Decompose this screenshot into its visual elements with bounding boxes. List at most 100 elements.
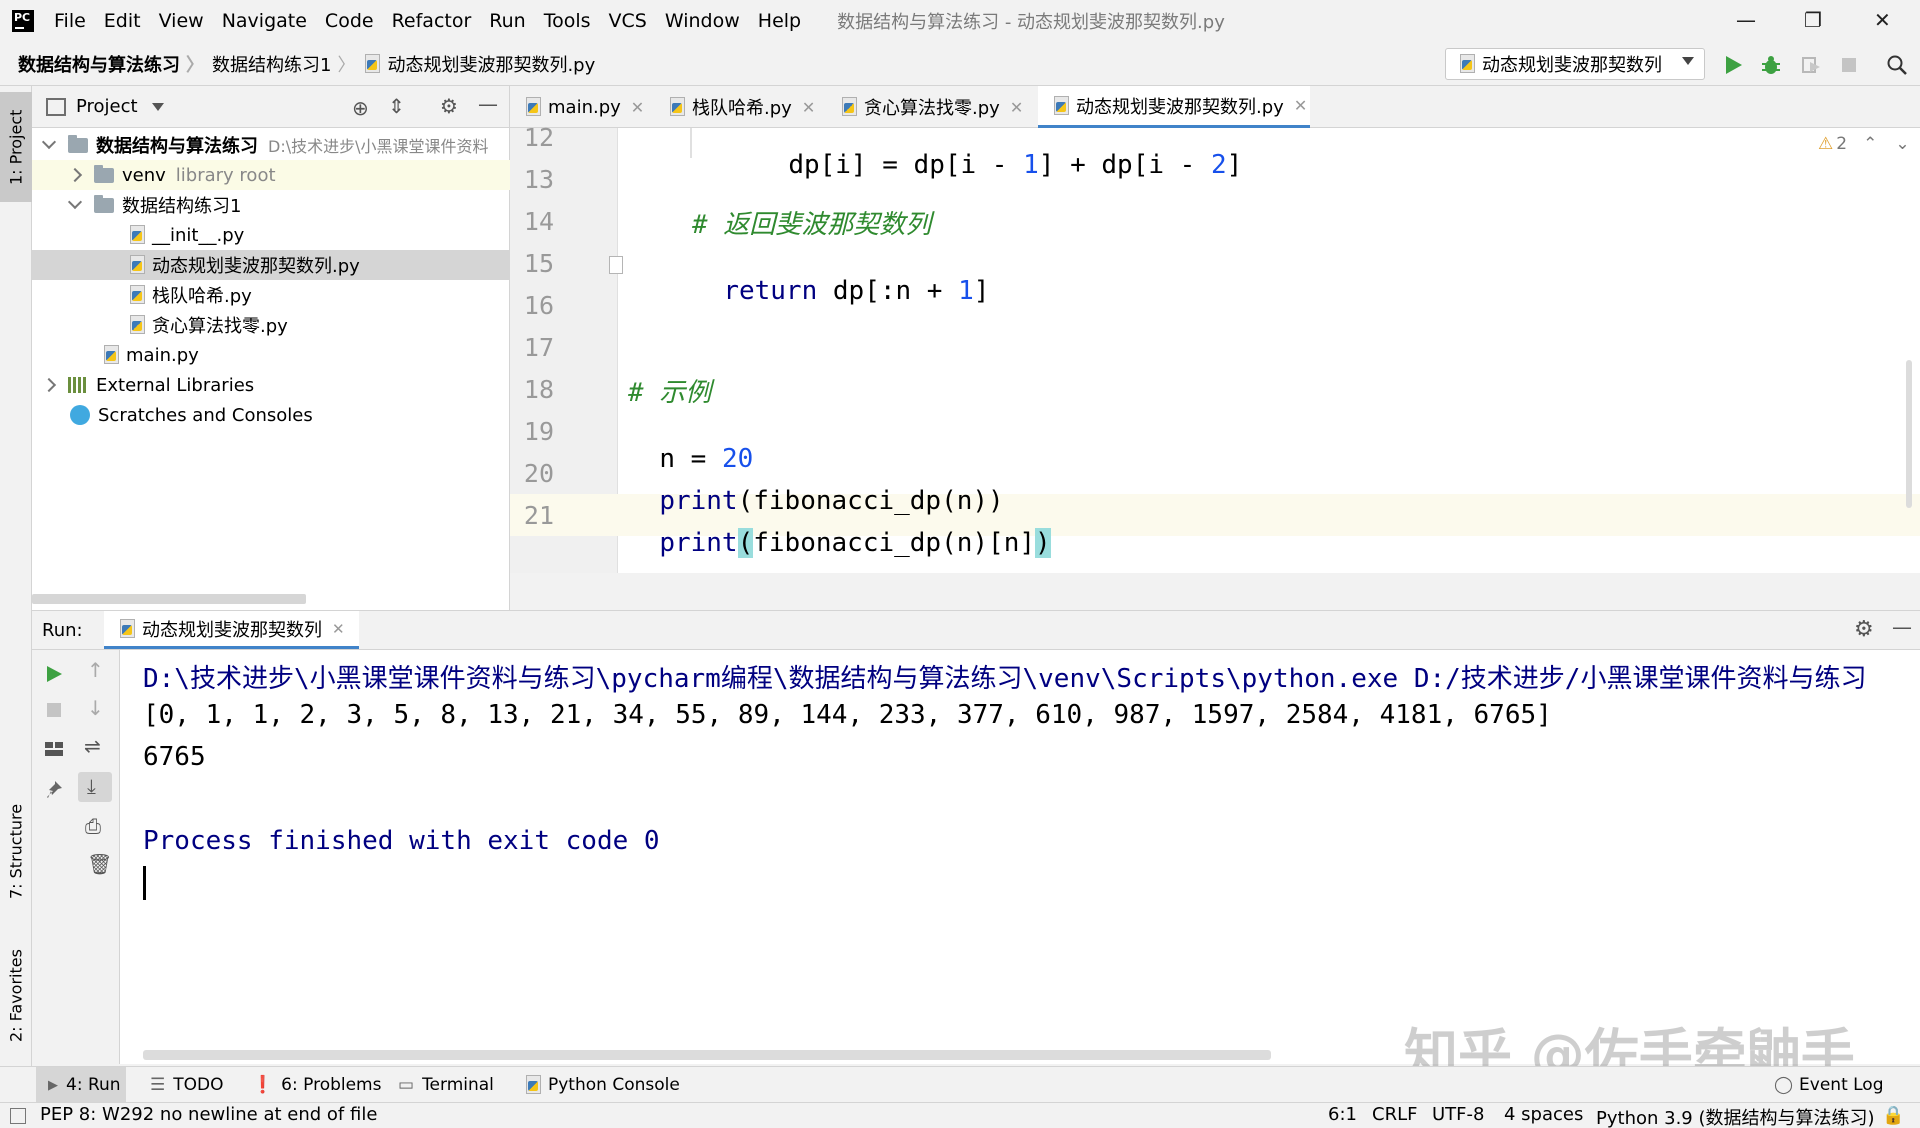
fold-marker-icon[interactable] (609, 256, 623, 274)
menu-navigate[interactable]: Navigate (222, 10, 307, 32)
terminal-tool-tab[interactable]: ▭ Terminal (398, 1075, 494, 1095)
print-icon[interactable]: ⎙ (85, 814, 101, 838)
debug-icon[interactable] (1758, 52, 1784, 78)
menu-file[interactable]: File (54, 10, 86, 32)
trash-icon[interactable]: 🗑 (87, 852, 112, 876)
hide-panel-icon[interactable]: — (478, 92, 498, 116)
tree-item-file-selected[interactable]: 动态规划斐波那契数列.py (32, 250, 510, 280)
tree-item-main[interactable]: main.py (32, 340, 510, 370)
indent-setting[interactable]: 4 spaces (1504, 1104, 1583, 1125)
python-file-icon (118, 618, 136, 639)
chevron-right-icon[interactable] (67, 167, 83, 183)
tool-windows-toggle-icon[interactable] (10, 1108, 26, 1124)
horizontal-scrollbar[interactable] (32, 594, 306, 604)
menu-run[interactable]: Run (489, 10, 525, 32)
structure-tool-tab[interactable]: 7: Structure (0, 786, 32, 916)
close-tab-icon[interactable]: ✕ (332, 620, 345, 638)
close-tab-icon[interactable]: ✕ (631, 98, 644, 117)
coverage-icon[interactable] (1798, 52, 1824, 78)
minimize-icon[interactable]: — (1736, 8, 1756, 32)
settings-gear-icon[interactable]: ⚙ (1854, 617, 1874, 642)
stop-icon[interactable] (46, 702, 62, 718)
close-tab-icon[interactable]: ✕ (1294, 96, 1307, 115)
next-highlight-icon[interactable]: ⌄ (1895, 134, 1909, 154)
tab-main-py[interactable]: main.py ✕ (510, 86, 644, 128)
stop-icon[interactable] (1836, 52, 1862, 78)
code-line-18-comment: # 示例 (628, 378, 712, 408)
line-number: 18 (523, 375, 554, 404)
todo-tool-tab[interactable]: ☰ TODO (150, 1075, 224, 1095)
tree-item-folder[interactable]: 数据结构练习1 (32, 190, 510, 220)
event-log-tool-tab[interactable]: ◯ Event Log (1774, 1075, 1884, 1095)
tree-item-file[interactable]: 栈队哈希.py (32, 280, 510, 310)
search-icon[interactable] (1884, 52, 1910, 78)
settings-gear-icon[interactable]: ⚙ (440, 94, 458, 118)
pin-icon[interactable] (46, 780, 64, 800)
project-view-dropdown-icon[interactable] (151, 102, 164, 111)
caret-position[interactable]: 6:1 (1328, 1104, 1357, 1125)
run-tab-label: 动态规划斐波那契数列 (142, 619, 322, 641)
run-config-label: 动态规划斐波那契数列 (1482, 55, 1662, 76)
close-window-icon[interactable]: ✕ (1874, 8, 1891, 32)
restore-icon[interactable]: ❐ (1804, 8, 1822, 32)
menu-tools[interactable]: Tools (544, 10, 591, 32)
project-panel: Project ⊕ ⇕ ⚙ — 数据结构与算法练习 D:\技术进步\小黑课堂课件… (32, 86, 510, 610)
code-token: ] (1226, 150, 1243, 180)
tree-item-scratches[interactable]: Scratches and Consoles (32, 400, 510, 430)
inspection-widget[interactable]: ⚠ 2 ⌃ ⌄ (1818, 134, 1910, 154)
hide-panel-icon[interactable]: — (1892, 615, 1912, 639)
up-arrow-icon[interactable]: ↑ (87, 658, 104, 682)
close-tab-icon[interactable]: ✕ (1010, 98, 1023, 117)
problems-tool-tab[interactable]: ❗ 6: Problems (252, 1075, 381, 1095)
chevron-down-icon[interactable] (67, 194, 83, 210)
code-token-keyword: return (723, 276, 818, 306)
chevron-down-icon[interactable] (41, 134, 57, 150)
tree-item-venv[interactable]: venv library root (32, 160, 510, 190)
line-separator[interactable]: CRLF (1372, 1104, 1417, 1125)
editor-vertical-scrollbar[interactable] (1906, 360, 1912, 508)
tree-item-file[interactable]: __init__.py (32, 220, 510, 250)
run-tab[interactable]: 动态规划斐波那契数列 ✕ (104, 611, 359, 649)
run-config-select[interactable]: 动态规划斐波那契数列 (1445, 48, 1705, 80)
breadcrumb-folder[interactable]: 数据结构练习1 〉 (212, 51, 355, 77)
interpreter-setting[interactable]: Python 3.9 (数据结构与算法练习) (1596, 1104, 1875, 1128)
soft-wrap-icon[interactable]: ⇌ (84, 734, 101, 758)
lock-icon[interactable]: 🔒 (1882, 1105, 1904, 1126)
menu-refactor[interactable]: Refactor (392, 10, 472, 32)
code-line-21: print(fibonacci_dp(n)[n]) (628, 498, 1051, 558)
menu-code[interactable]: Code (325, 10, 374, 32)
code-line-15: return dp[:n + 1] (692, 246, 989, 306)
project-view-select[interactable]: Project (76, 96, 138, 117)
menu-edit[interactable]: Edit (104, 10, 141, 32)
run-icon[interactable] (1720, 52, 1746, 78)
line-number: 15 (523, 249, 554, 278)
scroll-to-end-toggle[interactable]: ⤓ (78, 772, 112, 802)
menu-window[interactable]: Window (665, 10, 740, 32)
menu-help[interactable]: Help (758, 10, 801, 32)
terminal-tool-tab-label: Terminal (422, 1075, 494, 1095)
file-encoding[interactable]: UTF-8 (1432, 1104, 1484, 1125)
run-toolbar: ↑ ↓ ⇌ ⤓ ⎙ 🗑 (32, 650, 120, 1064)
breadcrumb-project[interactable]: 数据结构与算法练习〉 (18, 51, 204, 77)
favorites-tool-tab[interactable]: 2: Favorites (0, 936, 32, 1056)
tree-item-root[interactable]: 数据结构与算法练习 D:\技术进步\小黑课堂课件资料 (32, 130, 510, 160)
menu-vcs[interactable]: VCS (609, 10, 647, 32)
collapse-all-icon[interactable]: ⇕ (388, 94, 405, 118)
breadcrumb-file[interactable]: 动态规划斐波那契数列.py (363, 51, 595, 77)
tree-item-external-libraries[interactable]: External Libraries (32, 370, 510, 400)
chevron-right-icon[interactable] (41, 377, 57, 393)
restore-layout-icon[interactable] (44, 740, 64, 758)
down-arrow-icon[interactable]: ↓ (87, 696, 104, 720)
project-tool-tab[interactable]: 1: Project (0, 92, 32, 202)
locate-file-icon[interactable]: ⊕ (352, 96, 369, 120)
menu-view[interactable]: View (159, 10, 204, 32)
tree-item-file[interactable]: 贪心算法找零.py (32, 310, 510, 340)
previous-highlight-icon[interactable]: ⌃ (1863, 134, 1877, 154)
close-tab-icon[interactable]: ✕ (802, 98, 815, 117)
run-tool-tab[interactable]: ▶ 4: Run (48, 1075, 121, 1095)
python-console-tool-tab[interactable]: Python Console (524, 1075, 680, 1095)
run-panel-header: Run: 动态规划斐波那契数列 ✕ ⚙ — (32, 610, 1920, 650)
rerun-icon[interactable] (45, 664, 63, 684)
python-file-icon (1458, 54, 1476, 74)
console-horizontal-scrollbar[interactable] (143, 1050, 1271, 1060)
